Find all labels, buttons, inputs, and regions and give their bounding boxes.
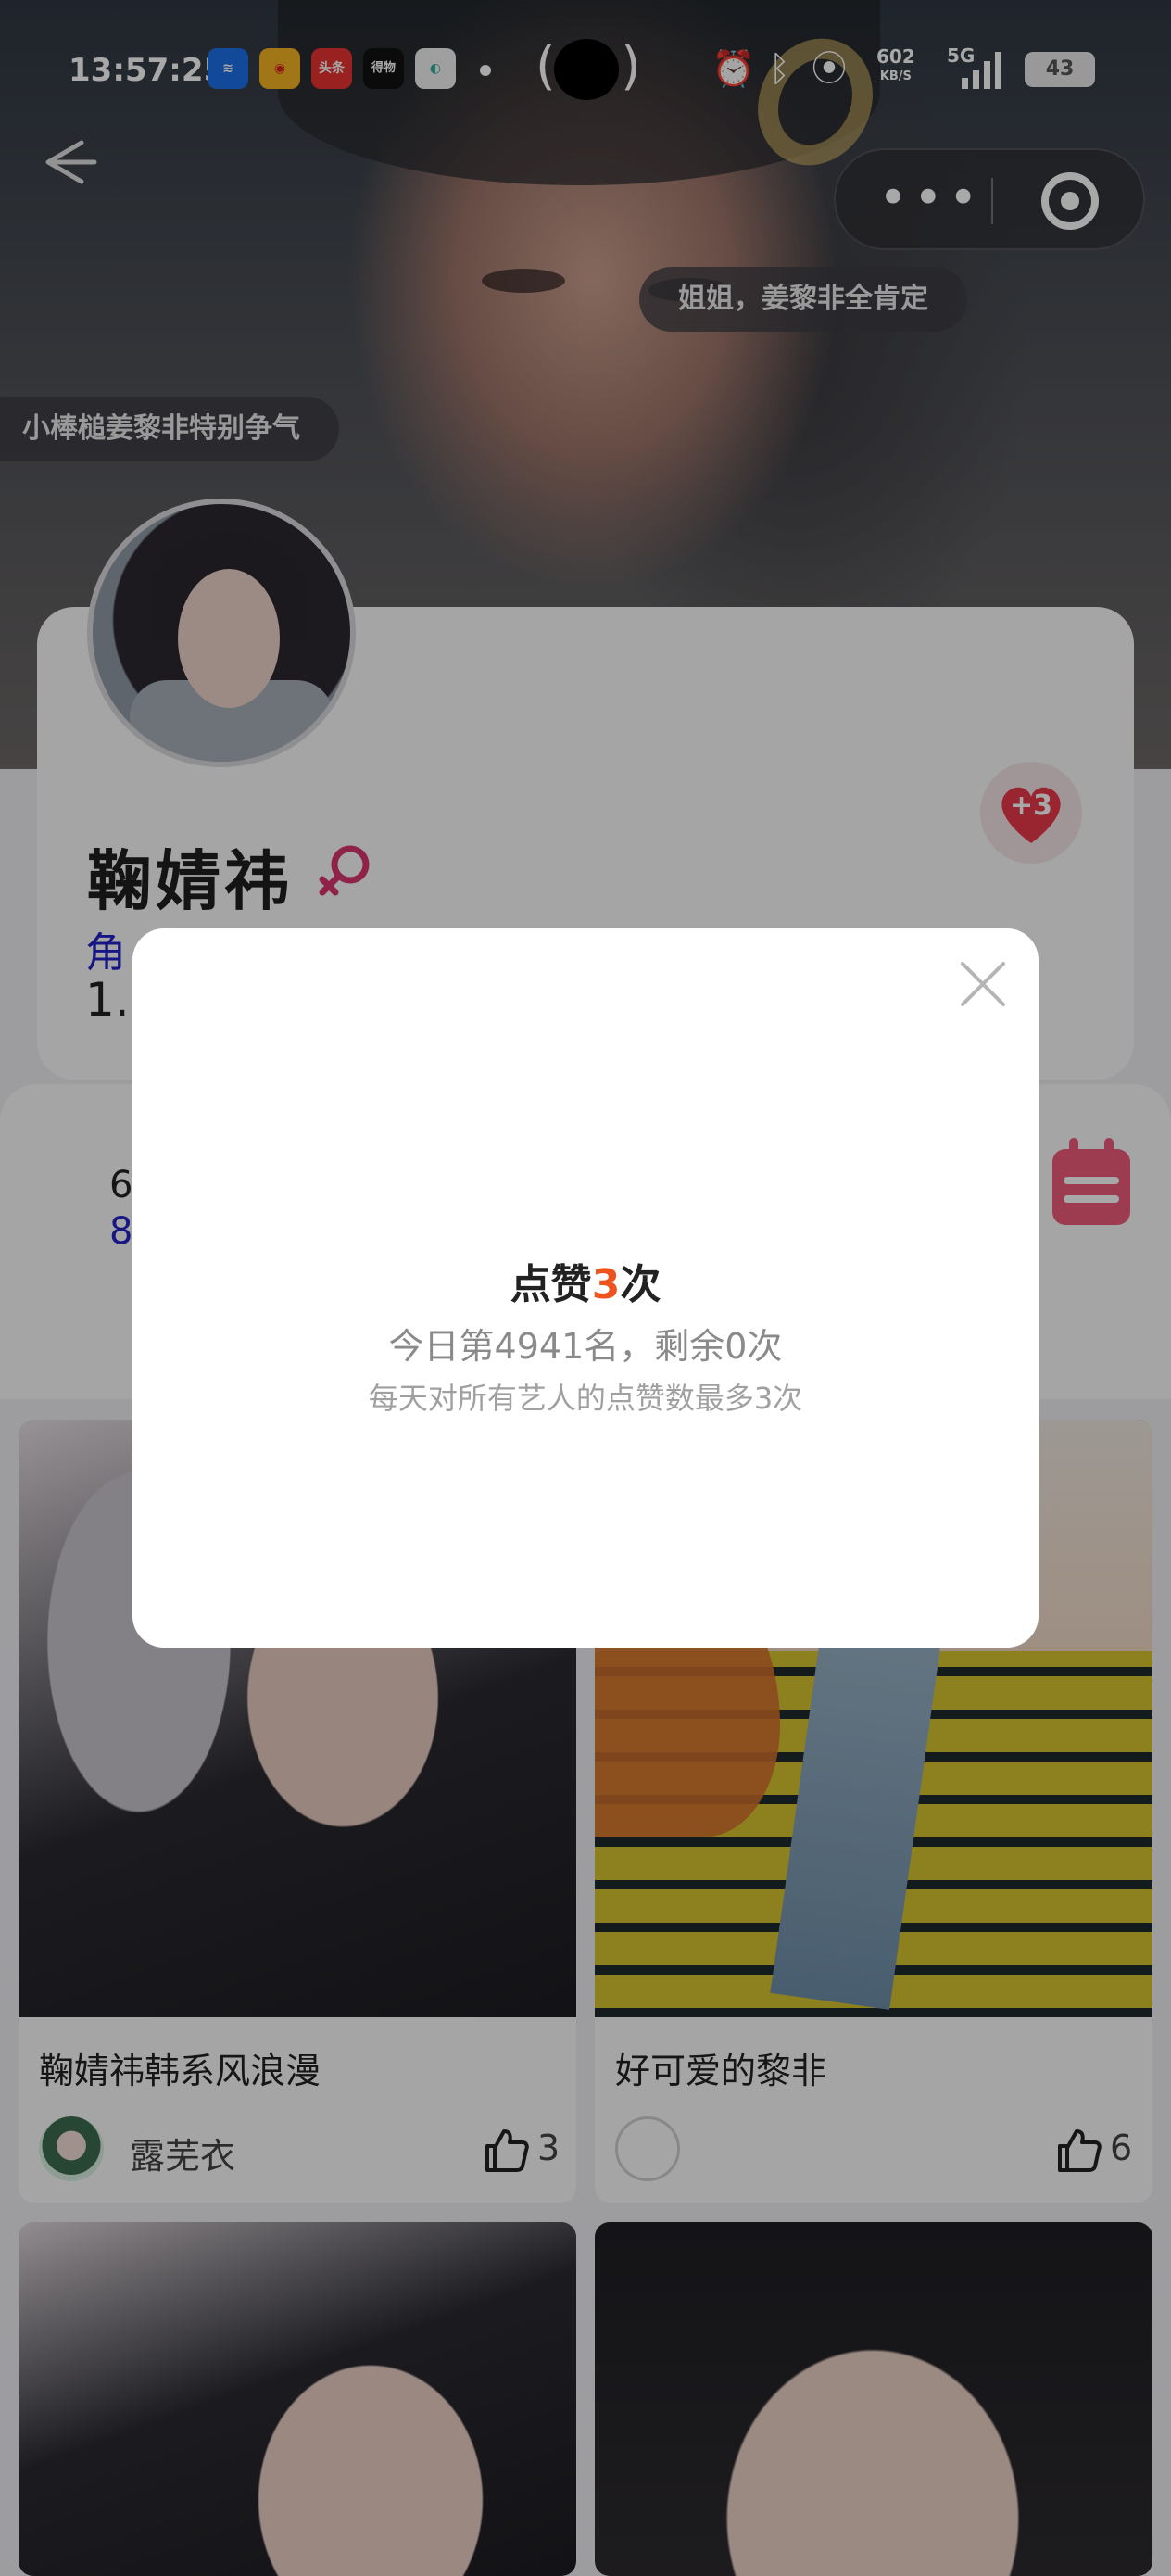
close-icon[interactable]: [955, 956, 1011, 1012]
like-result-dialog: 点赞3次 今日第4941名，剩余0次 每天对所有艺人的点赞数最多3次: [132, 928, 1039, 1648]
dialog-title: 点赞3次: [510, 1261, 661, 1308]
rank-text: 今日第4941名，剩余0次: [388, 1326, 783, 1367]
like-count-highlight: 3: [591, 1261, 621, 1308]
limit-text: 每天对所有艺人的点赞数最多3次: [368, 1381, 803, 1416]
